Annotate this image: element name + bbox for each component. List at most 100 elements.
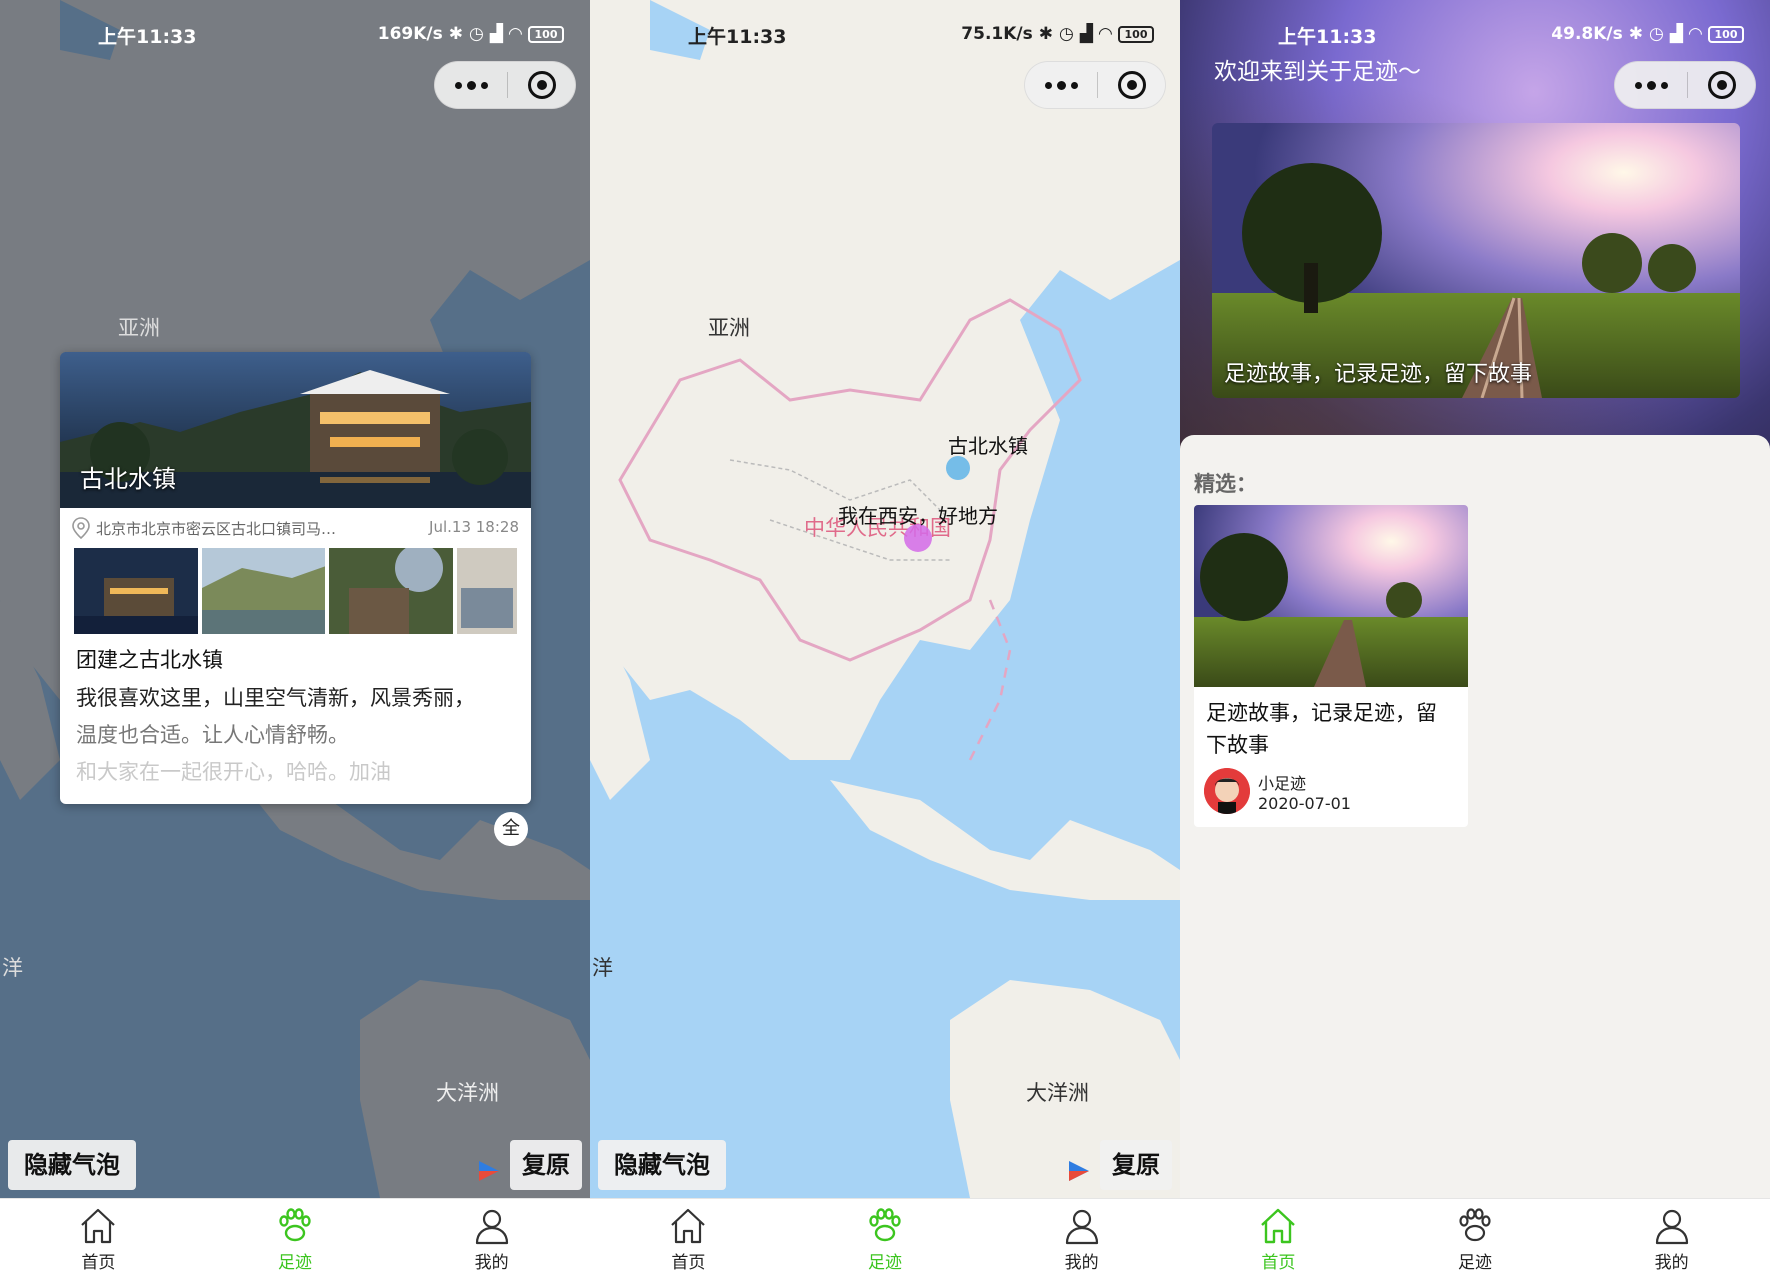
map-provider-logo: [479, 1161, 499, 1181]
asia-label: 亚洲: [118, 316, 160, 340]
paw-icon: [1459, 1208, 1491, 1242]
thumbnail-image[interactable]: [201, 548, 326, 634]
net-speed: 49.8K/s: [1551, 24, 1623, 44]
home-banner[interactable]: 足迹故事，记录足迹，留下故事: [1212, 123, 1740, 398]
bluetooth-icon: ✱: [1038, 24, 1053, 44]
popup-date: Jul.13 18:28: [429, 518, 519, 536]
tab-footprint[interactable]: 足迹: [197, 1199, 394, 1278]
tab-label: 足迹: [1458, 1253, 1492, 1273]
signal-icon: ▟: [1669, 24, 1683, 44]
post-date: 2020-07-01: [1258, 793, 1351, 813]
user-icon: [1655, 1209, 1688, 1245]
tab-bar: 首页 足迹 我的: [0, 1198, 590, 1278]
tab-footprint[interactable]: 足迹: [787, 1199, 984, 1278]
author-text: 小足迹 2020-07-01: [1258, 770, 1351, 813]
description-line: 温度也合适。让人心情舒畅。: [76, 723, 349, 747]
description-line: 我很喜欢这里，山里空气清新，风景秀丽，: [76, 686, 475, 710]
wifi-icon: ◠: [1688, 24, 1702, 44]
marker-label: 古北水镇: [948, 434, 1028, 458]
hide-bubbles-button[interactable]: 隐藏气泡: [8, 1140, 136, 1190]
restore-button[interactable]: 复原: [510, 1140, 582, 1190]
tab-home[interactable]: 首页: [0, 1199, 197, 1278]
featured-section-title: 精选：: [1194, 472, 1257, 496]
tab-label: 我的: [1064, 1253, 1099, 1273]
close-miniprogram-button[interactable]: [508, 71, 575, 99]
more-menu-button[interactable]: [1025, 62, 1097, 108]
map-provider-logo: [1069, 1161, 1089, 1181]
tab-mine[interactable]: 我的: [983, 1199, 1180, 1278]
tab-label: 首页: [81, 1253, 116, 1273]
railway-sunset-image: [1194, 505, 1468, 687]
status-time: 上午11:33: [1278, 26, 1377, 48]
home-icon: [81, 1208, 116, 1244]
miniprogram-capsule: [1614, 61, 1756, 109]
popup-description: 我很喜欢这里，山里空气清新，风景秀丽， 温度也合适。让人心情舒畅。 和大家在一起…: [60, 674, 531, 791]
status-bar: 上午11:33 49.8K/s ✱ ◷ ▟ ◠ 100: [1180, 18, 1770, 52]
expand-full-button[interactable]: 全: [494, 812, 528, 846]
footprint-map-popup-screen: 亚洲 洋 大洋洲 上午11:33 169K/s ✱ ◷ ▟ ◠ 100 古北水镇…: [0, 0, 590, 1278]
close-miniprogram-button[interactable]: [1688, 71, 1755, 99]
popup-title: 古北水镇: [80, 465, 176, 493]
tab-footprint[interactable]: 足迹: [1377, 1199, 1574, 1278]
home-screen: 上午11:33 49.8K/s ✱ ◷ ▟ ◠ 100 欢迎来到关于足迹～ 足迹…: [1180, 0, 1770, 1278]
home-icon: [1261, 1208, 1296, 1244]
map-view[interactable]: 亚洲 中华人民共和国 洋 大洋洲 古北水镇 我在西安，好地方: [590, 0, 1180, 1198]
featured-title: 足迹故事，记录足迹，留下故事: [1206, 701, 1437, 757]
status-icons: 75.1K/s ✱ ◷ ▟ ◠ 100: [961, 24, 1154, 44]
footprint-popup-card[interactable]: 古北水镇 北京市北京市密云区古北口镇司马… Jul.13 18:28 团建之古北…: [60, 352, 531, 804]
tab-label: 首页: [671, 1253, 706, 1273]
welcome-text: 欢迎来到关于足迹～: [1214, 59, 1421, 85]
alarm-icon: ◷: [1649, 24, 1664, 44]
target-icon: [1117, 71, 1146, 99]
featured-story-card[interactable]: 足迹故事，记录足迹，留下故事 小足迹 2020-07-01: [1194, 505, 1468, 827]
description-line: 和大家在一起很开心，哈哈。加油: [76, 760, 391, 784]
target-icon: [527, 71, 556, 99]
battery-icon: 100: [528, 25, 564, 43]
signal-icon: ▟: [1079, 24, 1093, 44]
map-marker[interactable]: [946, 456, 970, 480]
alarm-icon: ◷: [1059, 24, 1074, 44]
banner-caption: 足迹故事，记录足迹，留下故事: [1224, 362, 1533, 387]
bluetooth-icon: ✱: [448, 24, 463, 44]
status-time: 上午11:33: [688, 26, 787, 48]
miniprogram-capsule: [1024, 61, 1166, 109]
wifi-icon: ◠: [508, 24, 522, 44]
tab-home[interactable]: 首页: [1180, 1199, 1377, 1278]
author-info: 小足迹 2020-07-01: [1204, 768, 1351, 814]
map-graphic: [590, 0, 1180, 1198]
miniprogram-capsule: [434, 61, 576, 109]
more-menu-button[interactable]: [435, 62, 507, 108]
footprint-map-screen: 亚洲 中华人民共和国 洋 大洋洲 古北水镇 我在西安，好地方 上午11:33 7…: [590, 0, 1180, 1278]
more-menu-button[interactable]: [1615, 62, 1687, 108]
tab-mine[interactable]: 我的: [393, 1199, 590, 1278]
avatar: [1204, 768, 1250, 814]
ocean-label: 洋: [2, 956, 23, 980]
featured-image: [1194, 505, 1468, 687]
status-bar: 上午11:33 169K/s ✱ ◷ ▟ ◠ 100: [0, 18, 590, 52]
oceania-label: 大洋洲: [1026, 1081, 1089, 1105]
thumbnail-image[interactable]: [329, 548, 454, 634]
target-icon: [1707, 71, 1736, 99]
thumbnail-image[interactable]: [457, 548, 518, 634]
tab-mine[interactable]: 我的: [1573, 1199, 1770, 1278]
tab-label: 我的: [1654, 1253, 1689, 1273]
popup-subtitle: 团建之古北水镇: [76, 648, 223, 672]
paw-icon: [869, 1208, 901, 1242]
status-icons: 169K/s ✱ ◷ ▟ ◠ 100: [378, 24, 564, 44]
alarm-icon: ◷: [469, 24, 484, 44]
tab-home[interactable]: 首页: [590, 1199, 787, 1278]
oceania-label: 大洋洲: [436, 1081, 499, 1105]
popup-cover-image: 古北水镇: [60, 352, 531, 508]
wifi-icon: ◠: [1098, 24, 1112, 44]
user-icon: [1065, 1209, 1098, 1245]
status-icons: 49.8K/s ✱ ◷ ▟ ◠ 100: [1551, 24, 1744, 44]
restore-button[interactable]: 复原: [1100, 1140, 1172, 1190]
author-name: 小足迹: [1258, 773, 1307, 793]
close-miniprogram-button[interactable]: [1098, 71, 1165, 99]
signal-icon: ▟: [489, 24, 503, 44]
thumbnail-image[interactable]: [74, 548, 198, 634]
photo-thumbnails: [60, 548, 531, 634]
marker-label: 我在西安，好地方: [838, 504, 998, 528]
hide-bubbles-button[interactable]: 隐藏气泡: [598, 1140, 726, 1190]
battery-icon: 100: [1118, 25, 1154, 43]
